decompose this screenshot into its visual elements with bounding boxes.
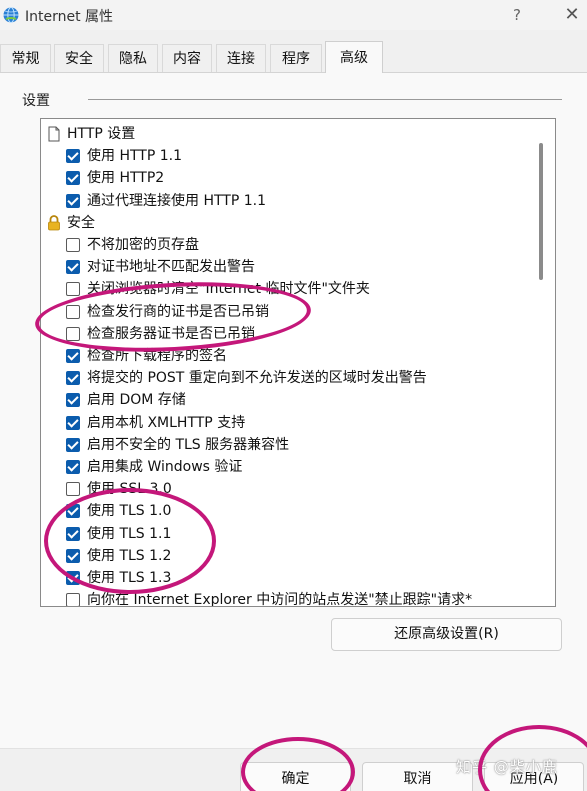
checkbox-unchecked[interactable] [66, 593, 80, 606]
checkbox-checked[interactable] [66, 393, 80, 408]
settings-option-label: 启用 DOM 存储 [87, 392, 186, 409]
settings-option-label: 使用 TLS 1.2 [87, 547, 172, 564]
checkbox-checked[interactable] [66, 548, 80, 563]
settings-option[interactable]: 向你在 Internet Explorer 中访问的站点发送"禁止跟踪"请求* [41, 589, 541, 607]
settings-option[interactable]: 启用 DOM 存储 [41, 389, 541, 411]
settings-option-label: 启用不安全的 TLS 服务器兼容性 [87, 436, 290, 453]
checkbox-checked[interactable] [66, 571, 80, 585]
checkbox-unchecked[interactable] [66, 304, 80, 319]
settings-option[interactable]: 检查服务器证书是否已吊销 [41, 323, 541, 345]
checkbox-unchecked[interactable] [66, 238, 80, 252]
restore-advanced-settings-button[interactable]: 还原高级设置(R) [331, 618, 562, 651]
internet-properties-window: Internet 属性 ? ✕ 常规 安全 隐私 内容 连接 程序 高级 设置 … [0, 0, 587, 791]
tab-content[interactable]: 内容 [162, 44, 212, 73]
settings-option-label: 检查服务器证书是否已吊销 [87, 325, 255, 342]
settings-category-label: HTTP 设置 [67, 126, 136, 142]
settings-option[interactable]: 关闭浏览器时清空"Internet 临时文件"文件夹 [41, 278, 541, 300]
settings-option-label: 向你在 Internet Explorer 中访问的站点发送"禁止跟踪"请求* [87, 592, 473, 607]
settings-option-label: 启用本机 XMLHTTP 支持 [87, 414, 246, 431]
settings-option-label: 关闭浏览器时清空"Internet 临时文件"文件夹 [87, 281, 370, 298]
checkbox-checked[interactable] [66, 437, 80, 452]
help-button[interactable]: ? [507, 4, 527, 26]
title-bar: Internet 属性 ? ✕ [0, 0, 587, 30]
checkbox-checked[interactable] [66, 460, 80, 474]
settings-option[interactable]: 使用 TLS 1.2 [41, 545, 541, 567]
checkbox-checked[interactable] [66, 504, 80, 519]
watermark: 知乎 @柴小鹿 [456, 758, 558, 776]
tab-connections[interactable]: 连接 [216, 44, 266, 73]
settings-option[interactable]: 通过代理连接使用 HTTP 1.1 [41, 190, 541, 212]
internet-globe-icon [3, 7, 19, 23]
settings-option[interactable]: 使用 SSL 3.0 [41, 478, 541, 500]
tab-programs[interactable]: 程序 [270, 44, 322, 73]
settings-option[interactable]: 对证书地址不匹配发出警告 [41, 256, 541, 278]
settings-option[interactable]: 使用 TLS 1.1 [41, 523, 541, 545]
settings-option-label: 启用集成 Windows 验证 [87, 459, 243, 475]
settings-category: HTTP 设置 [41, 123, 541, 145]
settings-option[interactable]: 使用 TLS 1.0 [41, 500, 541, 522]
checkbox-checked[interactable] [66, 149, 80, 164]
settings-option[interactable]: 使用 HTTP2 [41, 167, 541, 189]
checkbox-checked[interactable] [66, 526, 80, 541]
checkbox-checked[interactable] [66, 349, 80, 363]
checkbox-unchecked[interactable] [66, 282, 80, 297]
checkbox-unchecked[interactable] [66, 326, 80, 341]
settings-option-label: 检查所下载程序的签名 [87, 348, 227, 364]
settings-option[interactable]: 启用集成 Windows 验证 [41, 456, 541, 478]
settings-option[interactable]: 检查所下载程序的签名 [41, 345, 541, 367]
checkbox-checked[interactable] [66, 415, 80, 430]
settings-option-label: 通过代理连接使用 HTTP 1.1 [87, 192, 266, 209]
tab-security[interactable]: 安全 [54, 44, 104, 73]
checkbox-checked[interactable] [66, 193, 80, 208]
settings-option-label: 将提交的 POST 重定向到不允许发送的区域时发出警告 [87, 370, 427, 387]
checkbox-checked[interactable] [66, 260, 80, 275]
settings-option[interactable]: 不将加密的页存盘 [41, 234, 541, 256]
ok-button[interactable]: 确定 [240, 762, 351, 791]
settings-option-label: 使用 TLS 1.0 [87, 503, 172, 520]
settings-group-label: 设置 [22, 93, 50, 109]
settings-scrollbar-thumb[interactable] [539, 143, 543, 280]
settings-option-label: 检查发行商的证书是否已吊销 [87, 303, 269, 320]
tab-privacy[interactable]: 隐私 [108, 44, 158, 73]
settings-list[interactable]: HTTP 设置使用 HTTP 1.1 使用 HTTP2 通过代理连接使用 HTTP … [40, 118, 556, 607]
settings-option[interactable]: 使用 HTTP 1.1 [41, 145, 541, 167]
close-button[interactable]: ✕ [560, 4, 584, 26]
settings-option-label: 使用 TLS 1.3 [87, 570, 172, 586]
settings-category-label: 安全 [67, 214, 95, 231]
settings-option[interactable]: 使用 TLS 1.3 [41, 567, 541, 589]
settings-category: 安全 [41, 212, 541, 234]
settings-option-label: 不将加密的页存盘 [87, 237, 199, 253]
settings-option[interactable]: 检查发行商的证书是否已吊销 [41, 301, 541, 323]
settings-option-label: 对证书地址不匹配发出警告 [87, 259, 255, 276]
settings-option-label: 使用 SSL 3.0 [87, 481, 172, 498]
group-divider [88, 99, 562, 100]
tab-strip: 常规 安全 隐私 内容 连接 程序 [0, 44, 587, 73]
lock-icon [47, 214, 61, 231]
settings-option[interactable]: 启用不安全的 TLS 服务器兼容性 [41, 434, 541, 456]
settings-option-label: 使用 TLS 1.1 [87, 525, 172, 542]
checkbox-checked[interactable] [66, 371, 80, 386]
document-icon [47, 126, 61, 142]
tab-general[interactable]: 常规 [0, 44, 51, 73]
settings-option-label: 使用 HTTP 1.1 [87, 148, 182, 165]
settings-option-label: 使用 HTTP2 [87, 170, 165, 187]
checkbox-unchecked[interactable] [66, 482, 80, 497]
settings-option[interactable]: 将提交的 POST 重定向到不允许发送的区域时发出警告 [41, 367, 541, 389]
checkbox-checked[interactable] [66, 171, 80, 186]
window-title: Internet 属性 [25, 9, 114, 25]
settings-option[interactable]: 启用本机 XMLHTTP 支持 [41, 412, 541, 434]
